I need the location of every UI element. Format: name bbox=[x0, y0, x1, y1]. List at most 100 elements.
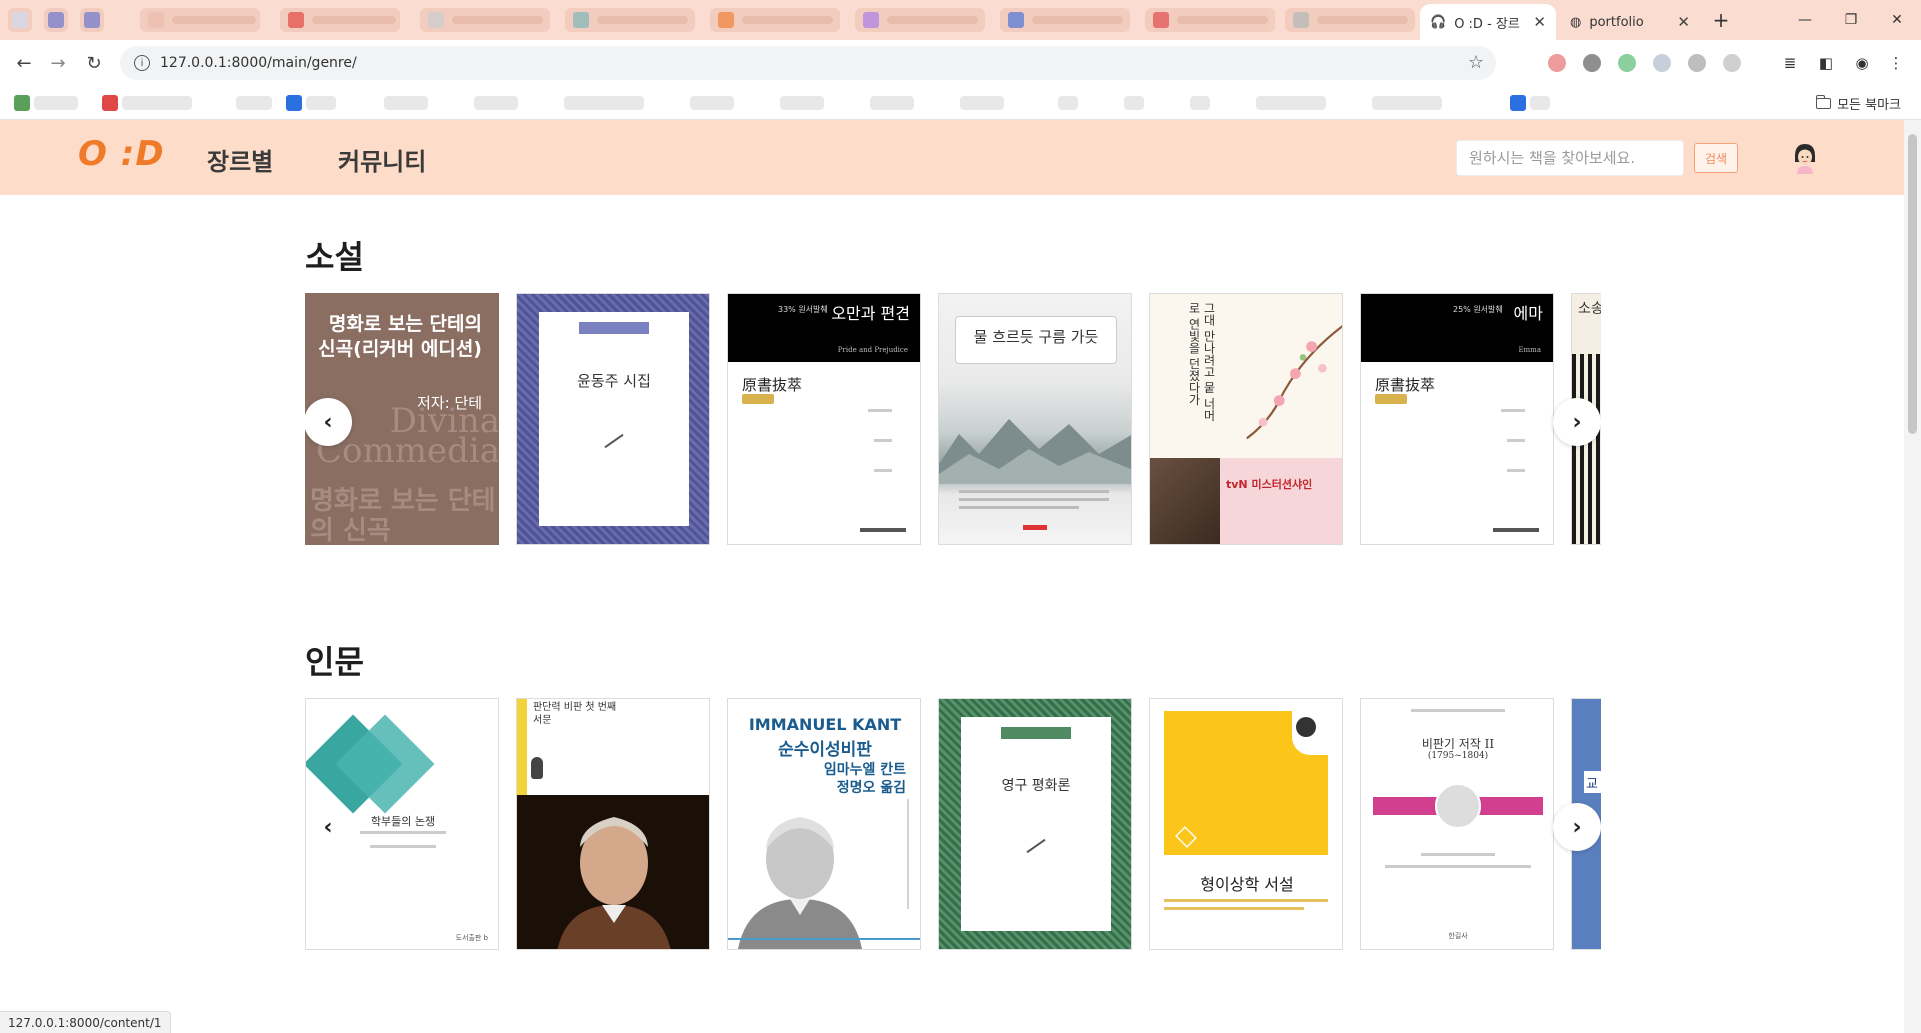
tab-blurred[interactable] bbox=[44, 8, 68, 32]
extension-icon[interactable] bbox=[1583, 54, 1601, 72]
tab-blurred[interactable] bbox=[420, 8, 550, 32]
tab-blurred[interactable] bbox=[80, 8, 104, 32]
scrollbar-thumb[interactable] bbox=[1908, 134, 1917, 434]
extension-icon[interactable] bbox=[1653, 54, 1671, 72]
tab-blurred[interactable] bbox=[565, 8, 695, 32]
nav-genre[interactable]: 장르별 bbox=[207, 142, 273, 177]
browser-tab-bar: 🎧 O :D - 장르 ✕ ◍ portfolio ✕ + — ❐ ✕ bbox=[0, 0, 1921, 40]
restore-icon[interactable]: ❐ bbox=[1828, 6, 1874, 34]
cover-translator: 정명오 옮김 bbox=[836, 780, 906, 796]
bookmark-item[interactable] bbox=[690, 96, 734, 110]
bookmark-item[interactable] bbox=[14, 95, 78, 111]
tab-blurred[interactable] bbox=[855, 8, 985, 32]
cover-title: 순수이성비판 bbox=[778, 740, 872, 760]
user-avatar-icon[interactable] bbox=[1792, 142, 1818, 174]
all-bookmarks-label: 모든 북마크 bbox=[1837, 98, 1901, 113]
site-header: O :D 장르별 커뮤니티 검색 bbox=[0, 120, 1904, 195]
bookmarks-bar: 모든 북마크 bbox=[0, 86, 1921, 120]
tab-blurred[interactable] bbox=[8, 8, 32, 32]
cover-bottom-title: 명화로 보는 단테의 신곡 bbox=[310, 486, 496, 545]
tab-blurred[interactable] bbox=[140, 8, 260, 32]
bookmark-item[interactable] bbox=[102, 95, 192, 111]
section-title-novel: 소설 bbox=[305, 238, 364, 276]
tab-active[interactable]: 🎧 O :D - 장르 ✕ bbox=[1420, 4, 1556, 40]
bookmark-item[interactable] bbox=[870, 96, 914, 110]
new-tab-button[interactable]: + bbox=[1707, 6, 1735, 34]
menu-icon[interactable]: ⋮ bbox=[1884, 51, 1908, 75]
book-carousel-novel: 명화로 보는 단테의 신곡(리커버 에디션) 저자: 단테 Divina Com… bbox=[305, 293, 1601, 553]
site-logo[interactable]: O :D bbox=[78, 134, 165, 174]
nav-community[interactable]: 커뮤니티 bbox=[338, 142, 426, 177]
bookmark-item[interactable] bbox=[474, 96, 518, 110]
all-bookmarks-button[interactable]: 모든 북마크 bbox=[1815, 94, 1901, 113]
bookmark-item[interactable] bbox=[1256, 96, 1326, 110]
media-queue-icon[interactable]: ≣ bbox=[1778, 51, 1802, 75]
search-input[interactable] bbox=[1456, 140, 1684, 176]
close-icon[interactable]: ✕ bbox=[1533, 13, 1546, 31]
side-panel-icon[interactable]: ◧ bbox=[1814, 51, 1838, 75]
book-cover[interactable]: 영구 평화론 bbox=[938, 698, 1132, 950]
headphones-icon: 🎧 bbox=[1430, 14, 1447, 30]
bookmark-item[interactable] bbox=[1372, 96, 1442, 110]
bookmark-item[interactable] bbox=[564, 96, 644, 110]
cover-years: (1795~1804) bbox=[1427, 751, 1489, 761]
minimize-icon[interactable]: — bbox=[1782, 6, 1828, 34]
tab-blurred[interactable] bbox=[1145, 8, 1275, 32]
profile-icon[interactable]: ◉ bbox=[1850, 51, 1874, 75]
extension-icon[interactable] bbox=[1723, 54, 1741, 72]
folder-icon bbox=[1815, 95, 1832, 109]
cover-title: 오만과 편견 bbox=[831, 304, 910, 323]
close-icon[interactable]: ✕ bbox=[1677, 13, 1690, 31]
cover-title: 명화로 보는 단테의 신곡(리커버 에디션) bbox=[318, 313, 482, 360]
tab-blurred[interactable] bbox=[280, 8, 400, 32]
book-cover[interactable]: 비판기 저작 II (1795~1804) 한길사 bbox=[1360, 698, 1554, 950]
url-text: 127.0.0.1:8000/main/genre/ bbox=[160, 55, 357, 71]
cover-author-en: IMMANUEL KANT bbox=[748, 715, 902, 734]
tab-blurred[interactable] bbox=[1285, 8, 1415, 32]
cover-en-title: Emma bbox=[1518, 346, 1541, 354]
tab-blurred[interactable] bbox=[1000, 8, 1130, 32]
extension-icon[interactable] bbox=[1688, 54, 1706, 72]
book-cover[interactable]: 25% 원서발췌 에마 Emma 原書抜萃 bbox=[1360, 293, 1554, 545]
tab-portfolio[interactable]: ◍ portfolio ✕ bbox=[1560, 4, 1700, 40]
address-bar[interactable]: i 127.0.0.1:8000/main/genre/ ☆ bbox=[120, 46, 1496, 80]
book-cover[interactable]: 판단력 비판 첫 번째 서문 bbox=[516, 698, 710, 950]
carousel-next-button[interactable]: › bbox=[1553, 803, 1601, 851]
window-close-icon[interactable]: ✕ bbox=[1874, 6, 1920, 34]
tab-title: O :D - 장르 bbox=[1454, 16, 1520, 32]
bookmark-item[interactable] bbox=[1190, 96, 1210, 110]
reload-icon[interactable]: ↻ bbox=[80, 49, 108, 77]
cover-title: 형이상학 서설 bbox=[1200, 875, 1294, 894]
carousel-prev-button[interactable]: ‹ bbox=[305, 398, 352, 446]
book-cover[interactable]: 윤동주 시집 bbox=[516, 293, 710, 545]
cover-title: 에마 bbox=[1513, 304, 1543, 323]
book-cover[interactable]: 물 흐르듯 구름 가듯 bbox=[938, 293, 1132, 545]
page-scrollbar[interactable] bbox=[1904, 120, 1921, 1033]
bookmark-item[interactable] bbox=[960, 96, 1004, 110]
bookmark-item[interactable] bbox=[384, 96, 428, 110]
book-cover[interactable]: 형이상학 서설 bbox=[1149, 698, 1343, 950]
tab-blurred[interactable] bbox=[710, 8, 840, 32]
book-cover[interactable]: 33% 원서발췌 오만과 편견 Pride and Prejudice 原書抜萃 bbox=[727, 293, 921, 545]
extension-icon[interactable] bbox=[1618, 54, 1636, 72]
back-icon[interactable]: ← bbox=[10, 49, 38, 77]
forward-icon[interactable]: → bbox=[44, 49, 72, 77]
cover-title: 소송 bbox=[1578, 301, 1601, 317]
book-cover[interactable]: IMMANUEL KANT 순수이성비판 임마누엘 칸트 정명오 옮김 bbox=[727, 698, 921, 950]
cover-author: 임마누엘 칸트 bbox=[823, 762, 906, 778]
book-cover[interactable]: 그대 만나려고 뭍 너머로 연빛을 던졌다가 tvN 미스터션샤인 bbox=[1149, 293, 1343, 545]
bookmark-item[interactable] bbox=[780, 96, 824, 110]
cover-title: 그대 만나려고 뭍 너머로 연빛을 던졌다가 bbox=[1187, 302, 1216, 422]
bookmark-star-icon[interactable]: ☆ bbox=[1468, 52, 1484, 73]
extension-icon[interactable] bbox=[1548, 54, 1566, 72]
carousel-prev-button[interactable]: ‹ bbox=[305, 803, 352, 851]
bookmark-item[interactable] bbox=[1058, 96, 1078, 110]
bookmark-item[interactable] bbox=[286, 95, 336, 111]
search-button[interactable]: 검색 bbox=[1694, 143, 1738, 173]
bookmark-item[interactable] bbox=[1510, 95, 1550, 111]
site-info-icon[interactable]: i bbox=[134, 55, 150, 71]
cover-title: 윤동주 시집 bbox=[577, 372, 651, 390]
bookmark-item[interactable] bbox=[1124, 96, 1144, 110]
bookmark-item[interactable] bbox=[236, 96, 272, 110]
carousel-next-button[interactable]: › bbox=[1553, 398, 1601, 446]
